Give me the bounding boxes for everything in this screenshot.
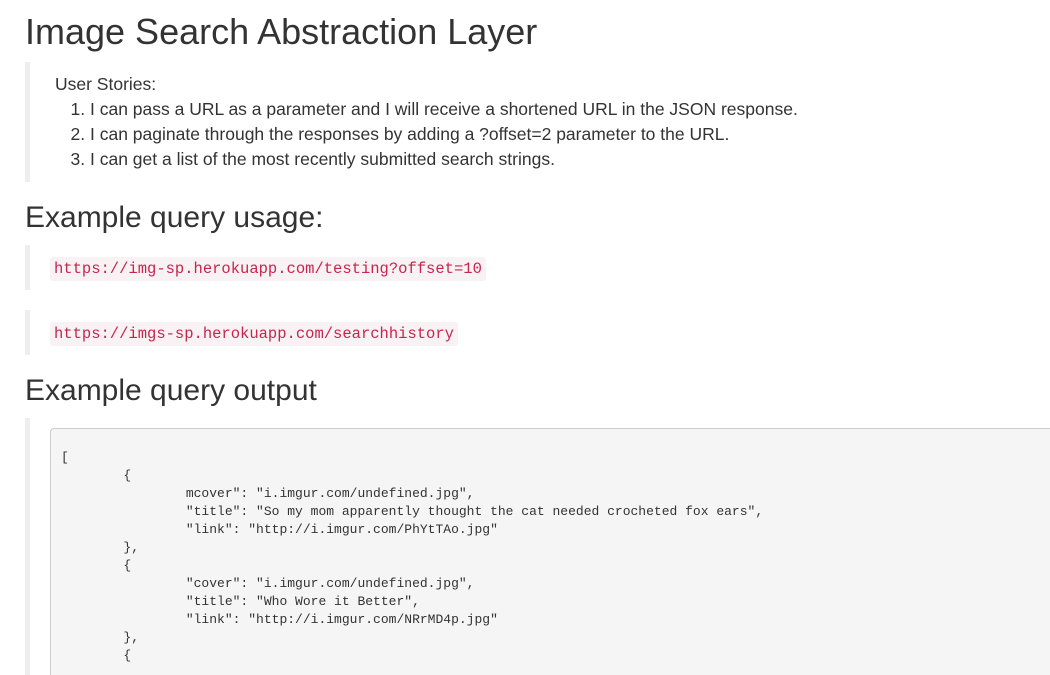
output-blockquote: [ { mcover": "i.imgur.com/undefined.jpg"…	[25, 418, 1050, 675]
output-code-line: "link": "http://i.imgur.com/NRrMD4p.jpg"	[61, 612, 498, 627]
user-story-item: I can get a list of the most recently su…	[90, 147, 825, 172]
example-usage-heading: Example query usage:	[25, 201, 324, 234]
user-stories-heading: User Stories:	[55, 74, 157, 94]
usage-url-code: https://img-sp.herokuapp.com/testing?off…	[50, 257, 486, 281]
user-story-item: I can paginate through the responses by …	[90, 122, 825, 147]
example-output-heading: Example query output	[25, 374, 317, 407]
output-code-block: [ { mcover": "i.imgur.com/undefined.jpg"…	[50, 428, 1050, 675]
history-url-blockquote: https://imgs-sp.herokuapp.com/searchhist…	[25, 310, 545, 355]
history-url-code: https://imgs-sp.herokuapp.com/searchhist…	[50, 322, 458, 346]
output-code-line: {	[61, 558, 132, 573]
page-title: Image Search Abstraction Layer	[25, 11, 538, 52]
output-code-line: mcover": "i.imgur.com/undefined.jpg",	[61, 486, 475, 501]
page: Image Search Abstraction Layer User Stor…	[0, 0, 1050, 675]
output-code-line: "link": "http://i.imgur.com/PhYtTAo.jpg"	[61, 522, 498, 537]
output-code-line: "title": "So my mom apparently thought t…	[61, 504, 764, 519]
output-code-line: "title": "Who Wore it Better",	[61, 594, 420, 609]
output-code-line: },	[61, 630, 140, 645]
output-code-line: {	[61, 648, 132, 663]
output-code-line: "cover": "i.imgur.com/undefined.jpg",	[61, 576, 475, 591]
user-stories-list: I can pass a URL as a parameter and I wi…	[55, 97, 825, 172]
output-code-line: {	[61, 468, 132, 483]
usage-url-blockquote: https://img-sp.herokuapp.com/testing?off…	[25, 245, 545, 290]
user-stories-blockquote: User Stories: I can pass a URL as a para…	[25, 62, 825, 182]
output-code-line: },	[61, 540, 140, 555]
user-story-item: I can pass a URL as a parameter and I wi…	[90, 97, 825, 122]
output-code-line: [	[61, 450, 69, 465]
